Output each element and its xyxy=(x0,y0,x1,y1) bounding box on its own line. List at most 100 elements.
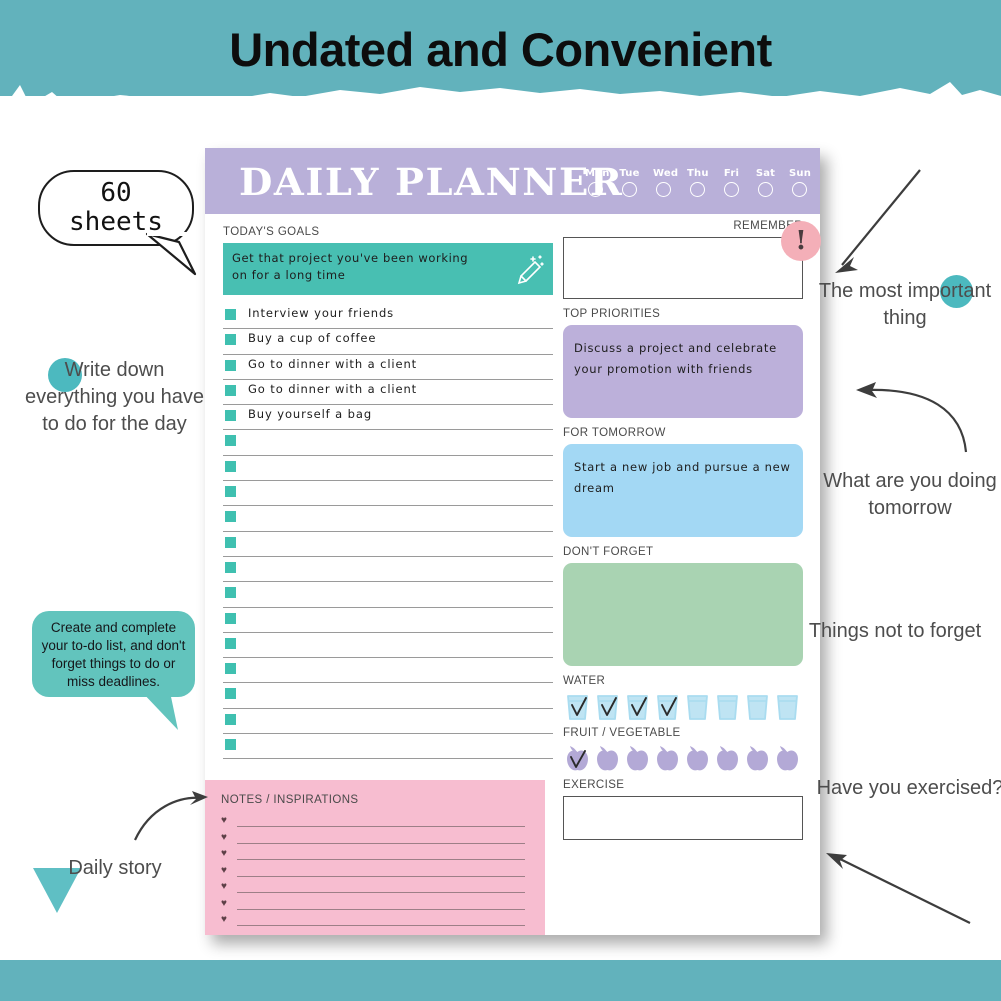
todays-goals-text: Get that project you've been working on … xyxy=(232,251,469,282)
glass-icon[interactable] xyxy=(773,692,802,722)
todo-row[interactable]: Interview your friends xyxy=(223,304,553,330)
todo-checkbox[interactable] xyxy=(225,486,236,498)
notes-panel[interactable]: NOTES / INSPIRATIONS ♥ ♥ ♥ ♥ ♥ ♥ ♥ xyxy=(205,780,545,935)
glass-icon[interactable] xyxy=(623,692,652,722)
todo-row[interactable]: Go to dinner with a client xyxy=(223,355,553,380)
apple-icon[interactable] xyxy=(773,744,802,774)
apple-icon[interactable] xyxy=(563,744,592,774)
todo-row[interactable] xyxy=(223,709,553,735)
todo-checkbox[interactable] xyxy=(225,688,236,700)
apple-icon[interactable] xyxy=(593,744,622,774)
day-tue[interactable]: Tue xyxy=(619,168,640,197)
dont-forget-box[interactable] xyxy=(563,563,803,666)
todo-row[interactable] xyxy=(223,608,553,633)
note-row[interactable]: ♥ xyxy=(221,881,529,898)
apple-icon[interactable] xyxy=(713,744,742,774)
glass-icon[interactable] xyxy=(743,692,772,722)
day-circle-icon[interactable] xyxy=(792,182,807,197)
apple-icon[interactable] xyxy=(743,744,772,774)
day-circle-icon[interactable] xyxy=(588,182,603,197)
todo-row[interactable] xyxy=(223,456,553,482)
notes-label: NOTES / INSPIRATIONS xyxy=(221,794,359,806)
todo-row[interactable]: Buy yourself a bag xyxy=(223,405,553,431)
planner-header: DAILY PLANNER Mon Tue Wed Thu Fri Sat Su… xyxy=(205,148,820,214)
day-circle-icon[interactable] xyxy=(656,182,671,197)
todo-row[interactable]: Go to dinner with a client xyxy=(223,380,553,406)
water-tracker[interactable] xyxy=(563,692,803,722)
todo-row[interactable] xyxy=(223,430,553,456)
day-circle-icon[interactable] xyxy=(724,182,739,197)
day-circle-icon[interactable] xyxy=(690,182,705,197)
top-priorities-box[interactable]: Discuss a project and celebrate your pro… xyxy=(563,325,803,418)
todo-checkbox[interactable] xyxy=(225,334,236,346)
todo-checkbox[interactable] xyxy=(225,739,236,751)
todo-row[interactable] xyxy=(223,734,553,760)
todo-row[interactable] xyxy=(223,557,553,583)
day-circle-icon[interactable] xyxy=(622,182,637,197)
todo-checkbox[interactable] xyxy=(225,587,236,599)
todo-row[interactable] xyxy=(223,582,553,608)
todo-row[interactable] xyxy=(223,658,553,684)
glass-icon[interactable] xyxy=(713,692,742,722)
todo-checkbox[interactable] xyxy=(225,460,236,472)
todo-list[interactable]: Interview your friends Buy a cup of coffe… xyxy=(223,304,553,760)
todo-row[interactable] xyxy=(223,683,553,709)
note-row[interactable]: ♥ xyxy=(221,848,529,865)
todo-checkbox[interactable] xyxy=(225,637,236,649)
todays-goals-box[interactable]: Get that project you've been working on … xyxy=(223,243,553,295)
glass-icon[interactable] xyxy=(593,692,622,722)
exercise-box[interactable] xyxy=(563,796,803,840)
apple-icon[interactable] xyxy=(683,744,712,774)
heart-icon: ♥ xyxy=(221,815,227,826)
day-circle-icon[interactable] xyxy=(758,182,773,197)
todo-checkbox[interactable] xyxy=(225,410,236,422)
arrow-to-exercise-icon xyxy=(826,853,971,924)
apple-icon[interactable] xyxy=(623,744,652,774)
glass-icon[interactable] xyxy=(653,692,682,722)
todo-row[interactable] xyxy=(223,506,553,532)
todo-checkbox[interactable] xyxy=(225,612,236,624)
todo-checkbox[interactable] xyxy=(225,536,236,548)
day-fri[interactable]: Fri xyxy=(721,168,742,197)
note-row[interactable]: ♥ xyxy=(221,914,529,931)
todo-row[interactable]: Buy a cup of coffee xyxy=(223,329,553,355)
annotation-what-tomorrow: What are you doing tomorrow xyxy=(823,470,997,519)
note-row[interactable]: ♥ xyxy=(221,898,529,915)
note-row[interactable]: ♥ xyxy=(221,865,529,882)
todo-row[interactable] xyxy=(223,481,553,507)
fruit-label: FRUIT / VEGETABLE xyxy=(563,727,681,739)
fruit-tracker[interactable] xyxy=(563,744,803,774)
note-row[interactable]: ♥ xyxy=(221,832,529,849)
planner-logo: DAILY PLANNER xyxy=(239,160,624,204)
todo-checkbox[interactable] xyxy=(225,309,236,320)
notes-lines[interactable]: ♥ ♥ ♥ ♥ ♥ ♥ ♥ xyxy=(221,815,529,931)
todo-row[interactable] xyxy=(223,532,553,557)
weekday-selector[interactable]: Mon Tue Wed Thu Fri Sat Sun xyxy=(585,168,811,197)
annotation-things-not-forget: Things not to forget xyxy=(808,620,982,642)
day-mon[interactable]: Mon xyxy=(585,168,609,197)
day-wed[interactable]: Wed xyxy=(653,168,678,197)
note-row[interactable]: ♥ xyxy=(221,815,529,832)
remember-box[interactable] xyxy=(563,237,803,299)
todo-checkbox[interactable] xyxy=(225,384,236,396)
for-tomorrow-box[interactable]: Start a new job and pursue a new dream xyxy=(563,444,803,537)
right-column: REMEMBER ! TOP PRIORITIES Discuss a proj… xyxy=(563,220,821,840)
todo-row[interactable] xyxy=(223,633,553,659)
todo-text: Go to dinner with a client xyxy=(248,356,418,371)
for-tomorrow-text: Start a new job and pursue a new dream xyxy=(574,460,791,495)
glass-icon[interactable] xyxy=(563,692,592,722)
day-sat[interactable]: Sat xyxy=(755,168,776,197)
todo-checkbox[interactable] xyxy=(225,435,236,447)
todo-text: Go to dinner with a client xyxy=(248,381,418,396)
todo-checkbox[interactable] xyxy=(225,713,236,725)
todo-bubble-tail-icon xyxy=(140,690,178,730)
day-sun[interactable]: Sun xyxy=(789,168,811,197)
page-title: Undated and Convenient xyxy=(229,23,772,76)
apple-icon[interactable] xyxy=(653,744,682,774)
todo-checkbox[interactable] xyxy=(225,359,236,371)
day-thu[interactable]: Thu xyxy=(687,168,708,197)
todo-checkbox[interactable] xyxy=(225,561,236,573)
glass-icon[interactable] xyxy=(683,692,712,722)
todo-checkbox[interactable] xyxy=(225,663,236,675)
todo-checkbox[interactable] xyxy=(225,511,236,523)
